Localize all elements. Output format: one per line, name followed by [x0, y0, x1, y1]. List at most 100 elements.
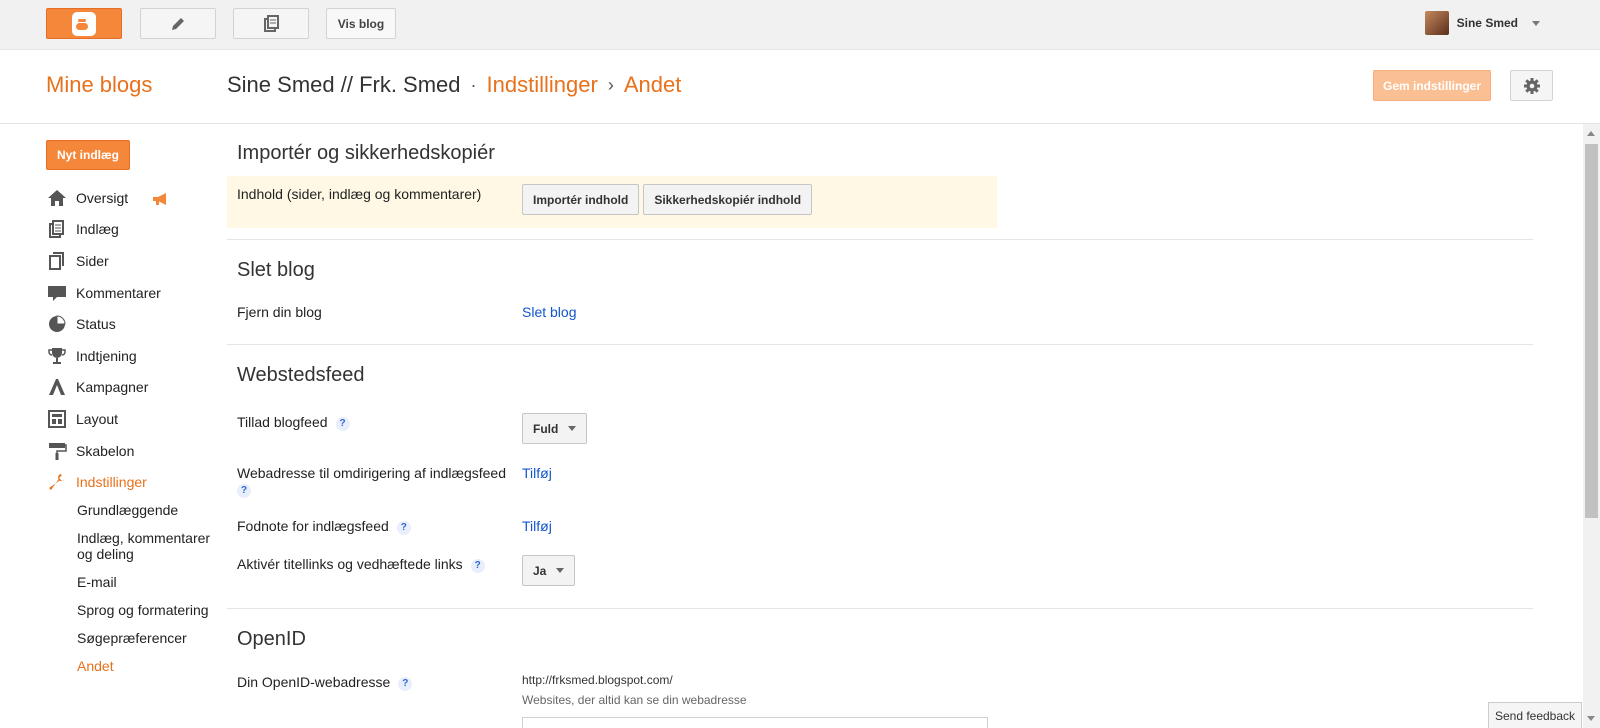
blogger-logo-icon [72, 11, 96, 36]
subnav-search-preferences[interactable]: Søgepræferencer [77, 630, 217, 646]
help-icon[interactable]: ? [398, 677, 413, 691]
scroll-down-icon[interactable] [1587, 716, 1595, 721]
redirect-label: Webadresse til omdirigering af indlægsfe… [237, 465, 506, 481]
backup-content-button[interactable]: Sikkerhedskopiér indhold [643, 184, 813, 215]
sidebar-item-overview[interactable]: Oversigt [46, 182, 226, 214]
allow-feed-label: Tillad blogfeed [237, 414, 328, 430]
breadcrumb-dot: · [470, 74, 477, 95]
remove-blog-label: Fjern din blog [237, 304, 322, 320]
sidebar-item-label: Layout [76, 410, 119, 427]
wrench-icon [46, 472, 68, 492]
openid-section-title: OpenID [237, 628, 306, 650]
import-section: Importér og sikkerhedskopiér [227, 142, 1533, 165]
import-content-button[interactable]: Importér indhold [522, 184, 640, 215]
pie-chart-icon [46, 314, 68, 334]
scroll-up-icon[interactable] [1587, 131, 1595, 136]
sidebar-item-pages[interactable]: Sider [46, 245, 226, 277]
breadcrumb-blog-name: Sine Smed // Frk. Smed [227, 72, 461, 97]
title-links-label-row: Aktivér titellinks og vedhæftede links? [237, 556, 485, 573]
sidebar-item-label: Status [76, 316, 116, 333]
help-icon[interactable]: ? [470, 559, 485, 573]
layout-icon [46, 409, 68, 429]
top-bar: Vis blog Sine Smed [0, 0, 1600, 50]
sidebar-item-campaigns[interactable]: Kampagner [46, 372, 226, 404]
sidebar-item-label: Sider [76, 252, 109, 269]
sidebar-nav: Oversigt Indlæg Sider Kommentarer Status… [46, 182, 226, 498]
content-label: Indhold (sider, indlæg og kommentarer) [237, 186, 482, 202]
view-blog-button[interactable]: Vis blog [326, 8, 396, 39]
posts-icon [46, 219, 68, 239]
openid-label-row: Din OpenID-webadresse? [237, 674, 413, 691]
megaphone-icon [152, 192, 170, 209]
subnav-language-formatting[interactable]: Sprog og formatering [77, 602, 217, 618]
chevron-down-icon [568, 426, 577, 431]
breadcrumb-arrow: › [607, 74, 614, 95]
subnav-posts-comments-sharing[interactable]: Indlæg, kommentarer og deling [77, 530, 217, 562]
delete-section-title: Slet blog [237, 259, 315, 281]
new-post-button[interactable]: Nyt indlæg [46, 140, 130, 170]
paint-roller-icon [46, 441, 68, 461]
sidebar-item-posts[interactable]: Indlæg [46, 214, 226, 246]
send-feedback-button[interactable]: Send feedback [1488, 702, 1582, 728]
help-icon[interactable]: ? [335, 417, 350, 431]
sidebar-item-earnings[interactable]: Indtjening [46, 340, 226, 372]
allow-feed-value: Fuld [533, 421, 559, 436]
blogger-home-button[interactable] [46, 8, 122, 39]
posts-list-button[interactable] [233, 8, 309, 39]
user-menu[interactable]: Sine Smed [1424, 10, 1540, 36]
scrollbar-thumb[interactable] [1585, 144, 1598, 518]
delete-blog-link[interactable]: Slet blog [522, 304, 576, 320]
sidebar-item-comments[interactable]: Kommentarer [46, 277, 226, 309]
help-icon[interactable]: ? [396, 521, 411, 535]
my-blogs-link[interactable]: Mine blogs [46, 72, 152, 98]
openid-label: Din OpenID-webadresse [237, 674, 391, 690]
avatar [1424, 11, 1449, 35]
divider [227, 608, 1533, 609]
breadcrumb: Sine Smed // Frk. Smed · Indstillinger ›… [227, 72, 681, 98]
import-section-title: Importér og sikkerhedskopiér [237, 142, 495, 164]
subnav-email[interactable]: E-mail [77, 574, 217, 590]
sidebar-item-status[interactable]: Status [46, 308, 226, 340]
sidebar-item-layout[interactable]: Layout [46, 403, 226, 435]
scrollbar[interactable] [1583, 124, 1600, 728]
pages-icon [46, 251, 68, 271]
allow-feed-select-wrap: Fuld [522, 413, 588, 444]
page-header: Mine blogs Sine Smed // Frk. Smed · Inds… [0, 50, 1600, 124]
home-icon [46, 188, 68, 208]
save-settings-button[interactable]: Gem indstillinger [1373, 70, 1491, 101]
allow-feed-label-row: Tillad blogfeed? [237, 414, 350, 431]
settings-gear-button[interactable] [1510, 70, 1553, 101]
breadcrumb-settings[interactable]: Indstillinger [487, 72, 598, 98]
sidebar-item-label: Kampagner [76, 379, 149, 396]
subnav-basic[interactable]: Grundlæggende [77, 502, 217, 518]
allow-feed-select[interactable]: Fuld [522, 413, 588, 444]
new-post-pencil-button[interactable] [140, 8, 216, 39]
chevron-down-icon [1532, 20, 1540, 26]
import-buttons: Importér indhold Sikkerhedskopiér indhol… [522, 184, 813, 215]
gear-icon [1523, 77, 1540, 94]
sidebar-item-label: Skabelon [76, 442, 135, 459]
pencil-icon [172, 17, 184, 30]
openid-trusted-label: Websites, der altid kan se din webadress… [522, 693, 747, 707]
settings-subnav: Grundlæggende Indlæg, kommentarer og del… [77, 502, 217, 686]
posts-list-icon [264, 14, 279, 32]
sidebar-item-label: Oversigt [76, 189, 129, 206]
title-links-label: Aktivér titellinks og vedhæftede links [237, 556, 463, 572]
user-name: Sine Smed [1456, 16, 1518, 30]
openid-address: http://frksmed.blogspot.com/ [522, 673, 673, 687]
footer-add-link[interactable]: Tilføj [522, 518, 552, 534]
subnav-other[interactable]: Andet [77, 658, 217, 674]
help-icon[interactable]: ? [237, 484, 251, 498]
title-links-value: Ja [533, 563, 547, 578]
trusted-sites-box[interactable] [522, 717, 988, 728]
redirect-add-link[interactable]: Tilføj [522, 465, 552, 481]
sidebar-item-label: Indlæg [76, 221, 119, 238]
sidebar-item-template[interactable]: Skabelon [46, 435, 226, 467]
sidebar-item-label: Indstillinger [76, 474, 147, 491]
adwords-icon [46, 377, 68, 397]
feed-section-title: Webstedsfeed [237, 364, 365, 386]
sidebar-item-settings[interactable]: Indstillinger [46, 466, 226, 498]
footer-label-row: Fodnote for indlægsfeed? [237, 518, 411, 535]
title-links-select[interactable]: Ja [522, 555, 576, 586]
title-links-select-wrap: Ja [522, 555, 576, 586]
